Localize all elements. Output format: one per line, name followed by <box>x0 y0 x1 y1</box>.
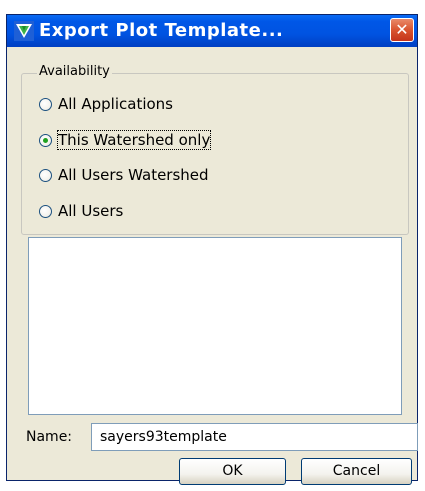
radio-this-watershed-only[interactable]: This Watershed only <box>39 129 212 151</box>
radio-label: This Watershed only <box>56 130 212 150</box>
radio-all-applications[interactable]: All Applications <box>39 93 173 115</box>
radio-button-selected[interactable] <box>39 133 52 147</box>
availability-legend: Availability <box>37 64 112 79</box>
radio-button[interactable] <box>39 168 52 182</box>
radio-button[interactable] <box>39 97 52 111</box>
radio-label: All Users <box>58 202 124 220</box>
close-icon[interactable]: ✕ <box>390 18 414 42</box>
radio-label: All Applications <box>58 95 173 113</box>
radio-all-users-watershed[interactable]: All Users Watershed <box>39 164 209 186</box>
export-plot-template-dialog: Export Plot Template... ✕ Availability A… <box>6 14 418 485</box>
ok-button[interactable]: OK <box>179 458 286 485</box>
name-input[interactable] <box>91 423 418 451</box>
window-title: Export Plot Template... <box>39 20 284 41</box>
radio-button[interactable] <box>39 204 52 218</box>
title-bar[interactable]: Export Plot Template... ✕ <box>7 15 417 47</box>
template-list[interactable] <box>28 237 402 415</box>
radio-all-users[interactable]: All Users <box>39 200 123 222</box>
watershed-app-icon <box>14 21 34 41</box>
name-label: Name: <box>26 429 73 445</box>
radio-label: All Users Watershed <box>58 166 209 184</box>
cancel-button[interactable]: Cancel <box>301 458 412 485</box>
